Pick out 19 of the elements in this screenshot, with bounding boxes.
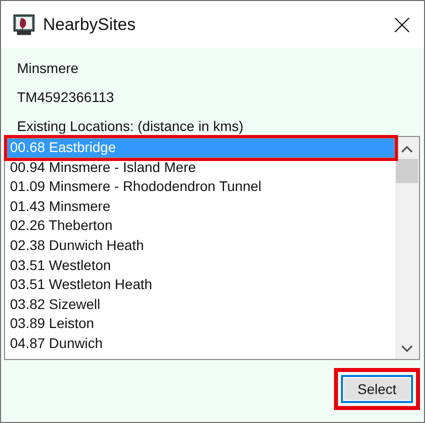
scrollbar[interactable] <box>395 137 419 359</box>
list-item[interactable]: 00.94 Minsmere - Island Mere <box>7 158 395 178</box>
list-item[interactable]: 02.38 Dunwich Heath <box>7 236 395 256</box>
list-item[interactable]: 02.26 Theberton <box>7 216 395 236</box>
list-item[interactable]: 04.87 Dunwich <box>7 334 395 354</box>
list-item[interactable]: 03.89 Leiston <box>7 314 395 334</box>
list-item[interactable]: 01.09 Minsmere - Rhododendron Tunnel <box>7 177 395 197</box>
list-item[interactable]: 03.82 Sizewell <box>7 294 395 314</box>
list-item[interactable]: 01.43 Minsmere <box>7 196 395 216</box>
app-icon <box>13 14 35 36</box>
window-title: NearbySites <box>43 14 137 34</box>
scrollbar-thumb[interactable] <box>396 159 418 183</box>
select-button[interactable]: Select <box>341 375 413 403</box>
grid-reference: TM4592366113 <box>16 88 116 107</box>
list-label: Existing Locations: (distance in kms) <box>16 117 244 136</box>
list-item[interactable]: 03.51 Westleton Heath <box>7 275 395 295</box>
list-item[interactable]: 03.51 Westleton <box>7 256 395 276</box>
close-icon[interactable] <box>394 16 410 32</box>
site-name: Minsmere <box>16 59 80 78</box>
